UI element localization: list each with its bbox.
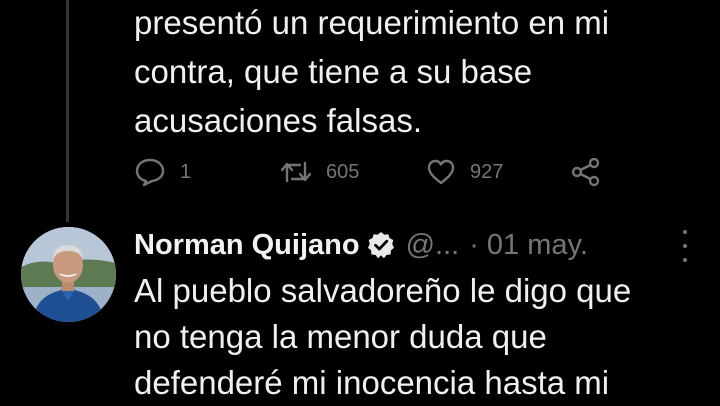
tweet-text: Al pueblo salvadoreño le digo que no ten…	[134, 268, 714, 406]
tweet-header: Norman Quijano @... · 01 may.	[134, 224, 704, 266]
like-count: 927	[470, 160, 504, 183]
author-name[interactable]: Norman Quijano	[134, 229, 360, 262]
retweet-button[interactable]: 605	[280, 152, 359, 192]
tweet-date[interactable]: 01 may.	[487, 229, 588, 262]
retweet-count: 605	[326, 160, 360, 183]
previous-tweet-line: presentó un requerimiento en mi	[134, 4, 610, 41]
thread-connector-line	[66, 0, 69, 222]
previous-tweet-text: presentó un requerimiento en mi contra, …	[134, 0, 704, 145]
reply-icon	[134, 157, 166, 187]
heart-icon	[426, 158, 456, 186]
header-separator: ·	[469, 228, 479, 261]
author-handle[interactable]: @...	[406, 229, 460, 262]
reply-count: 1	[180, 160, 192, 183]
share-button[interactable]	[570, 152, 602, 192]
previous-tweet-line: acusaciones falsas.	[134, 102, 422, 139]
more-options-icon[interactable]	[678, 230, 692, 262]
tweet-line: no tenga la menor duda que	[134, 318, 547, 355]
reply-button[interactable]: 1	[134, 152, 191, 192]
tweet-line: defenderé mi inocencia hasta mi	[134, 364, 610, 401]
previous-tweet-line: contra, que tiene a su base	[134, 53, 533, 90]
retweet-icon	[280, 159, 312, 185]
avatar[interactable]	[21, 227, 116, 322]
share-icon	[570, 156, 602, 188]
previous-tweet-actions: 1 605 927	[134, 152, 614, 192]
tweet-line: Al pueblo salvadoreño le digo que	[134, 272, 632, 309]
like-button[interactable]: 927	[426, 152, 503, 192]
verified-badge-icon	[366, 230, 396, 260]
